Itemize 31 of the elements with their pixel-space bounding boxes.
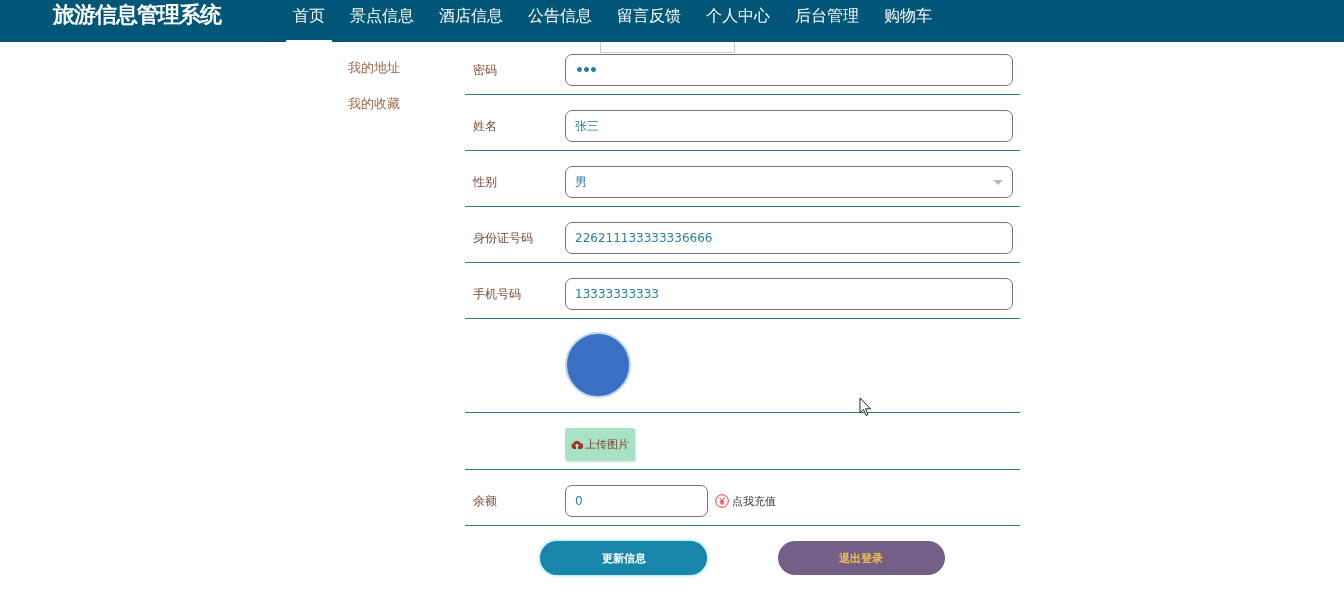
nav-tab[interactable]: 后台管理 [788, 0, 866, 42]
field-label: 身份证号码 [473, 230, 533, 245]
field-label: 手机号码 [473, 286, 521, 301]
recharge-link[interactable]: 点我充值 [732, 493, 776, 509]
nav-tab[interactable]: 购物车 [877, 0, 939, 42]
nav-tab[interactable]: 留言反馈 [610, 0, 688, 42]
nav-tab[interactable]: 首页 [286, 0, 332, 42]
input-field[interactable]: 226211133333336666 [565, 222, 1013, 254]
field-label: 性别 [473, 174, 497, 189]
upload-button[interactable]: 上传图片 [565, 428, 635, 461]
nav-tab[interactable]: 个人中心 [699, 0, 777, 42]
logout-button[interactable]: 退出登录 [777, 541, 945, 575]
balance-field[interactable]: 0 [565, 485, 708, 517]
sidebar-link[interactable]: 我的收藏 [348, 95, 400, 113]
nav-tab[interactable]: 酒店信息 [432, 0, 510, 42]
yen-icon [715, 494, 729, 508]
password-field[interactable]: ••• [565, 54, 1013, 86]
site-title: 旅游信息管理系统 [53, 1, 223, 29]
field-label: 姓名 [473, 118, 497, 133]
nav-tab[interactable]: 公告信息 [521, 0, 599, 42]
cloud-upload-icon [571, 440, 583, 449]
nav-tab[interactable]: 景点信息 [343, 0, 421, 42]
field-label: 余额 [473, 493, 497, 508]
input-field[interactable]: 张三 [565, 110, 1013, 142]
update-button[interactable]: 更新信息 [540, 541, 708, 575]
select-field[interactable]: 男 [565, 166, 1013, 198]
input-field[interactable]: 13333333333 [565, 278, 1013, 310]
field-label: 密码 [473, 62, 497, 77]
caret-icon [993, 179, 1003, 185]
sidebar-link[interactable]: 我的地址 [348, 59, 400, 77]
mouse-pointer-icon [859, 397, 872, 417]
